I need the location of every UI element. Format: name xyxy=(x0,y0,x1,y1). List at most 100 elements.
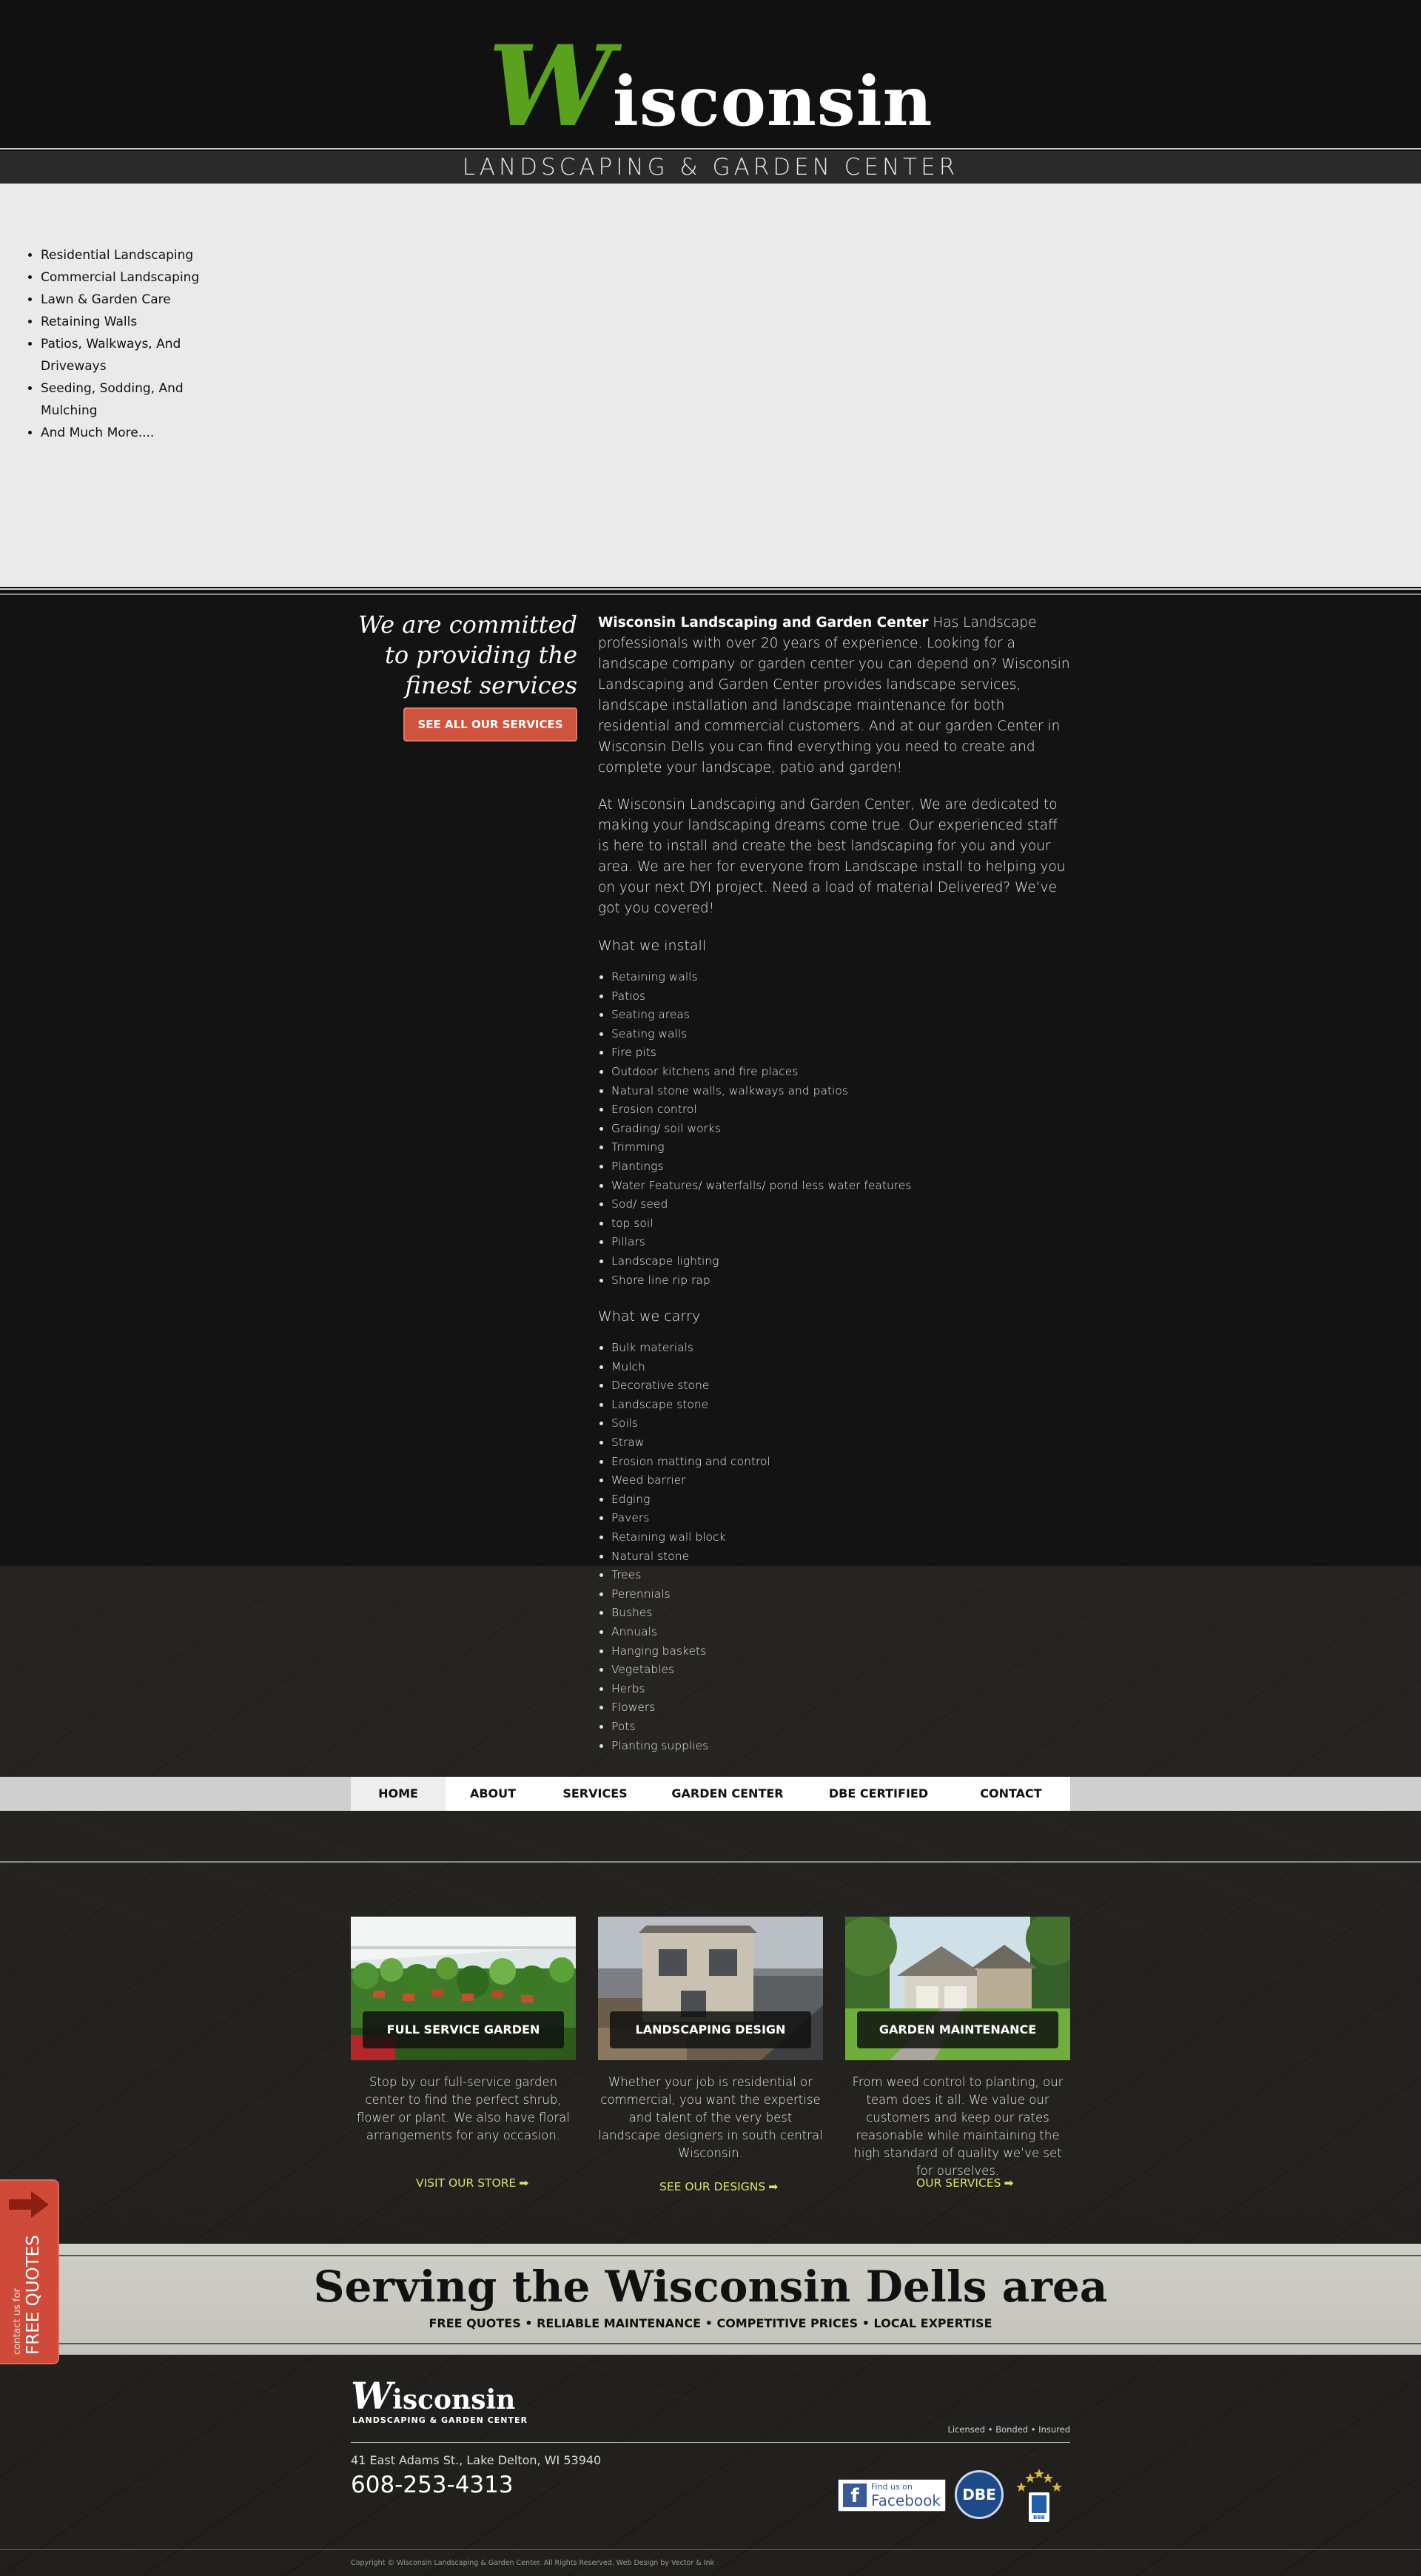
service-list-item: Lawn & Garden Care xyxy=(41,289,204,311)
install-list-item: top soil xyxy=(611,1214,1072,1234)
our-services-link[interactable]: OUR SERVICES ➡ xyxy=(916,2176,1013,2190)
arrow-right-icon: ➡ xyxy=(768,2180,779,2193)
carry-list-item: Natural stone xyxy=(611,1547,1072,1567)
main-nav: HOME ABOUT SERVICES GARDEN CENTER DBE CE… xyxy=(351,1777,1070,1811)
landscaping-design-photo[interactable]: LANDSCAPING DESIGN xyxy=(598,1917,823,2060)
install-list-item: Outdoor kitchens and fire places xyxy=(611,1063,1072,1082)
card-title: FULL SERVICE GARDEN CENTER xyxy=(363,2011,564,2060)
install-list-item: Retaining walls xyxy=(611,968,1072,987)
feature-card-garden-maintenance: GARDEN MAINTENANCE From weed control to … xyxy=(845,1917,1070,2180)
header-divider xyxy=(0,148,1421,149)
free-quotes-small-text: contact us for xyxy=(12,2288,23,2355)
logo-first-letter: W xyxy=(488,21,613,152)
install-list-item: Landscape lighting xyxy=(611,1252,1072,1271)
services-list: Residential LandscapingCommercial Landsc… xyxy=(41,244,204,444)
install-list-item: Patios xyxy=(611,987,1072,1006)
install-list-item: Plantings xyxy=(611,1157,1072,1177)
bottom-divider xyxy=(0,2549,1421,2550)
card-title: GARDEN MAINTENANCE xyxy=(857,2011,1058,2048)
arrow-right-icon: ➡ xyxy=(1004,2176,1014,2190)
nav-garden-center[interactable]: GARDEN CENTER xyxy=(650,1777,805,1811)
card-title: LANDSCAPING DESIGN xyxy=(610,2011,811,2048)
install-list-item: Grading/ soil works xyxy=(611,1120,1072,1139)
service-list-item: And Much More.... xyxy=(41,422,204,444)
link-label: VISIT OUR STORE xyxy=(416,2176,517,2190)
see-all-services-button[interactable]: SEE ALL OUR SERVICES xyxy=(403,707,577,741)
carry-list-item: Bulk materials xyxy=(611,1339,1072,1358)
logo-text: isconsin xyxy=(612,61,933,141)
nav-home[interactable]: HOME xyxy=(351,1777,446,1811)
visit-our-store-link[interactable]: VISIT OUR STORE ➡ xyxy=(416,2176,528,2190)
tagline-bar: LANDSCAPING & GARDEN CENTER xyxy=(0,151,1421,184)
carry-list-item: Perennials xyxy=(611,1585,1072,1604)
garden-center-photo[interactable]: FULL SERVICE GARDEN CENTER xyxy=(351,1917,576,2060)
footer-logo[interactable]: Wisconsin xyxy=(351,2378,515,2418)
carry-list-item: Flowers xyxy=(611,1698,1072,1718)
garden-maintenance-photo[interactable]: GARDEN MAINTENANCE xyxy=(845,1917,1070,2060)
carry-list-item: Hanging baskets xyxy=(611,1642,1072,1661)
carry-list-item: Pavers xyxy=(611,1509,1072,1528)
arrow-right-icon xyxy=(9,2191,49,2218)
install-list-item: Trimming xyxy=(611,1138,1072,1157)
carry-list-item: Bushes xyxy=(611,1604,1072,1623)
intro-paragraph-1: Wisconsin Landscaping and Garden Center … xyxy=(598,613,1072,778)
card-description: Stop by our full-service garden center t… xyxy=(357,2075,570,2142)
nav-contact[interactable]: CONTACT xyxy=(952,1777,1070,1811)
address: 41 East Adams St., Lake Delton, WI 53940 xyxy=(351,2453,602,2467)
install-list-item: Erosion control xyxy=(611,1100,1072,1120)
carry-list-item: Retaining wall block xyxy=(611,1528,1072,1547)
carry-list-item: Erosion matting and control xyxy=(611,1453,1072,1472)
carry-list-item: Soils xyxy=(611,1414,1072,1433)
install-list-item: Seating areas xyxy=(611,1006,1072,1025)
service-list-item: Patios, Walkways, And Driveways xyxy=(41,333,204,377)
card-description: Whether your job is residential or comme… xyxy=(598,2075,823,2160)
free-quotes-big-text: FREE QUOTES xyxy=(24,2235,43,2355)
banner-bottom-rule xyxy=(0,2343,1421,2344)
service-list-item: Commercial Landscaping xyxy=(41,266,204,289)
install-list-item: Shore line rip rap xyxy=(611,1271,1072,1291)
banner-top-rule xyxy=(0,2255,1421,2256)
commitment-heading: We are committed to providing the finest… xyxy=(357,611,577,699)
carry-list-item: Pots xyxy=(611,1718,1072,1737)
dbe-badge[interactable]: DBE xyxy=(955,2470,1004,2519)
arrow-right-icon: ➡ xyxy=(519,2176,529,2190)
intro-paragraph-2: At Wisconsin Landscaping and Garden Cent… xyxy=(598,797,1066,916)
carry-list-item: Decorative stone xyxy=(611,1376,1072,1396)
install-heading: What we install xyxy=(598,938,707,954)
nav-dbe-certified[interactable]: DBE CERTIFIED xyxy=(805,1777,952,1811)
nav-services[interactable]: SERVICES xyxy=(540,1777,650,1811)
free-quotes-label: contact us for FREE QUOTES xyxy=(12,2235,43,2355)
facebook-label: Find us on Facebook xyxy=(871,2482,941,2509)
intro-paragraph-1-text: Has Landscape professionals with over 20… xyxy=(598,615,1070,776)
facebook-link[interactable]: f Find us on Facebook xyxy=(838,2479,946,2512)
site-logo[interactable]: Wisconsin xyxy=(0,31,1421,157)
carry-heading: What we carry xyxy=(598,1308,701,1325)
footer-divider xyxy=(351,2442,1070,2443)
service-list-item: Residential Landscaping xyxy=(41,244,204,266)
see-our-designs-link[interactable]: SEE OUR DESIGNS ➡ xyxy=(659,2180,778,2193)
carry-list-item: Annuals xyxy=(611,1623,1072,1642)
link-label: OUR SERVICES xyxy=(916,2176,1001,2190)
facebook-line-1: Find us on xyxy=(871,2482,913,2492)
free-quotes-tab[interactable]: contact us for FREE QUOTES xyxy=(0,2179,59,2364)
facebook-icon: f xyxy=(843,2483,867,2507)
install-list-item: Natural stone walls, walkways and patios xyxy=(611,1082,1072,1101)
services-panel: Residential LandscapingCommercial Landsc… xyxy=(0,184,1421,587)
copyright: Copyright © Wisconsin Landscaping & Gard… xyxy=(351,2559,715,2567)
carry-list: Bulk materialsMulchDecorative stoneLands… xyxy=(598,1339,1072,1755)
phone-number[interactable]: 608-253-4313 xyxy=(351,2472,514,2498)
carry-list-item: Weed barrier xyxy=(611,1471,1072,1490)
credentials: Licensed • Bonded • Insured xyxy=(947,2424,1070,2435)
carry-list-item: Landscape stone xyxy=(611,1396,1072,1415)
nav-divider xyxy=(0,1861,1421,1863)
footer-logo-text: isconsin xyxy=(392,2384,516,2415)
bbb-badge[interactable]: BBB xyxy=(1012,2467,1066,2523)
link-label: SEE OUR DESIGNS xyxy=(659,2180,766,2193)
install-list-item: Seating walls xyxy=(611,1025,1072,1044)
feature-card-landscaping-design: LANDSCAPING DESIGN Whether your job is r… xyxy=(598,1917,823,2162)
install-list: Retaining wallsPatiosSeating areasSeatin… xyxy=(598,968,1072,1290)
nav-about[interactable]: ABOUT xyxy=(446,1777,540,1811)
install-list-item: Fire pits xyxy=(611,1043,1072,1063)
service-list-item: Seeding, Sodding, And Mulching xyxy=(41,377,204,422)
serving-title: Serving the Wisconsin Dells area xyxy=(313,2261,1108,2312)
